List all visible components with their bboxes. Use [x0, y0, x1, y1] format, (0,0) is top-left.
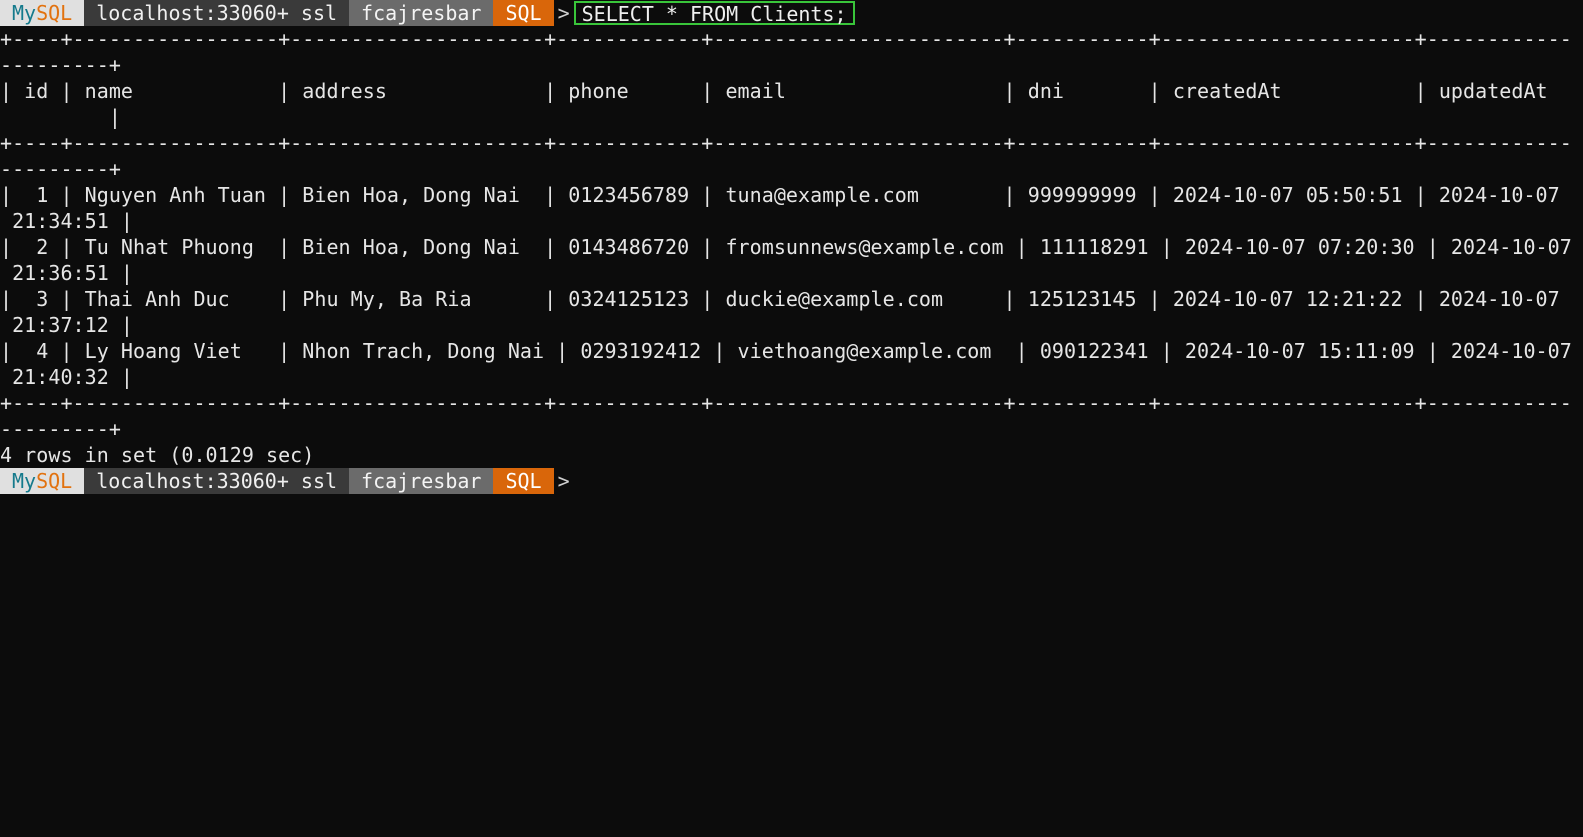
- prompt-arrow-icon: >: [557, 1, 570, 25]
- mysql-brand-segment: MySQL: [0, 468, 85, 494]
- prompt-arrow-icon: >: [557, 469, 570, 493]
- table-row-wrap: 21:40:32 |: [0, 365, 134, 389]
- table-border-line: +----+-----------------+----------------…: [0, 391, 1572, 415]
- table-border-line: +----+-----------------+----------------…: [0, 131, 1572, 155]
- table-header-wrap: |: [0, 105, 121, 129]
- table-row: | 4 | Ly Hoang Viet | Nhon Trach, Dong N…: [0, 339, 1572, 363]
- schema-segment: fcajresbar: [349, 468, 494, 494]
- table-row: | 3 | Thai Anh Duc | Phu My, Ba Ria | 03…: [0, 287, 1560, 311]
- brand-sql: SQL: [36, 1, 73, 25]
- query-output: +----+-----------------+----------------…: [0, 26, 1583, 468]
- table-row-wrap: 21:36:51 |: [0, 261, 134, 285]
- table-border-wrap: ---------+: [0, 417, 121, 441]
- mode-segment: SQL: [493, 0, 554, 26]
- command-input-highlight[interactable]: SELECT * FROM Clients;: [573, 1, 855, 25]
- host-segment: localhost:33060+ ssl: [84, 0, 350, 26]
- mode-segment: SQL: [493, 468, 554, 494]
- prompt-line-empty[interactable]: MySQL localhost:33060+ ssl fcajresbar SQ…: [0, 468, 1583, 494]
- table-row-wrap: 21:34:51 |: [0, 209, 134, 233]
- table-border-line: +----+-----------------+----------------…: [0, 27, 1572, 51]
- table-row: | 1 | Nguyen Anh Tuan | Bien Hoa, Dong N…: [0, 183, 1560, 207]
- prompt-line-command: MySQL localhost:33060+ ssl fcajresbar SQ…: [0, 0, 1583, 26]
- table-border-wrap: ---------+: [0, 157, 121, 181]
- table-border-wrap: ---------+: [0, 53, 121, 77]
- table-row-wrap: 21:37:12 |: [0, 313, 134, 337]
- host-segment: localhost:33060+ ssl: [84, 468, 350, 494]
- result-summary: 4 rows in set (0.0129 sec): [0, 443, 315, 467]
- brand-my: My: [12, 469, 37, 493]
- brand-my: My: [12, 1, 37, 25]
- table-row: | 2 | Tu Nhat Phuong | Bien Hoa, Dong Na…: [0, 235, 1572, 259]
- schema-segment: fcajresbar: [349, 0, 494, 26]
- terminal-window[interactable]: MySQL localhost:33060+ ssl fcajresbar SQ…: [0, 0, 1583, 837]
- brand-sql: SQL: [36, 469, 73, 493]
- table-header-row: | id | name | address | phone | email | …: [0, 79, 1548, 103]
- mysql-brand-segment: MySQL: [0, 0, 85, 26]
